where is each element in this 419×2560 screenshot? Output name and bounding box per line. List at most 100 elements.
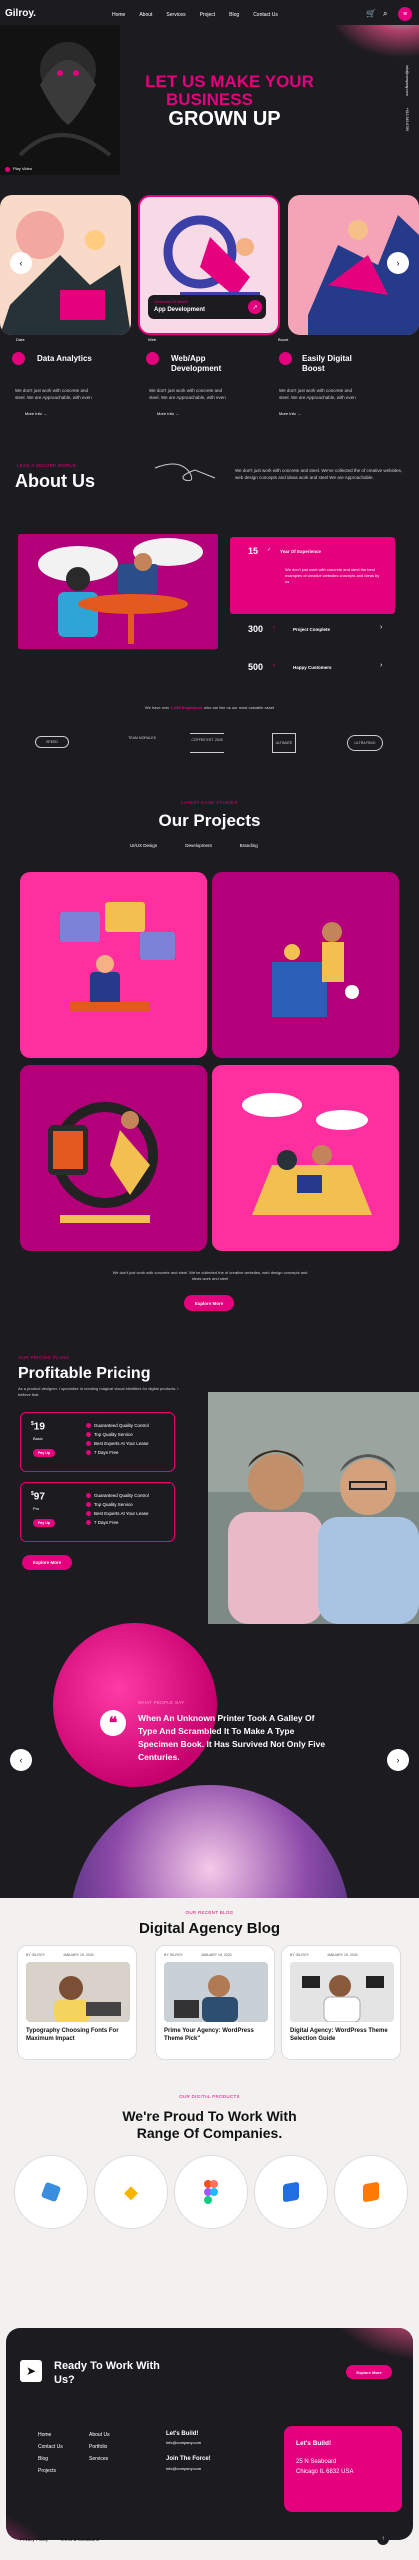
- filter-development[interactable]: Development: [185, 843, 212, 848]
- footer-link-blog[interactable]: Blog: [38, 2456, 63, 2468]
- footer-glow: [326, 2328, 413, 2378]
- nav-contact[interactable]: Contact Us: [253, 12, 278, 18]
- more-label: More Info: [25, 411, 42, 416]
- partner-logo-2[interactable]: ◆: [94, 2155, 168, 2229]
- slide-card-web[interactable]: Generation Of Wealth App Development ↗: [138, 195, 280, 335]
- footer-link-contact[interactable]: Contact Us: [38, 2444, 63, 2456]
- stat-check-3: ✓: [272, 663, 277, 669]
- footer-link-about[interactable]: About Us: [89, 2432, 110, 2444]
- nav-home[interactable]: Home: [112, 12, 125, 18]
- blog-image-1: [26, 1962, 130, 2022]
- stat-customers: 500 ✓ Happy Customers ›: [230, 658, 395, 680]
- footer-address-card: Let's Build! 25 N Seaboard Chicago IL 68…: [284, 2426, 402, 2512]
- slide-badge-arrow[interactable]: ↗: [248, 300, 262, 314]
- project-card-3[interactable]: [20, 1065, 207, 1251]
- side-contact: info@company.com +012 345 6789: [404, 65, 410, 131]
- testimonial-prev-button[interactable]: ‹: [10, 1749, 32, 1771]
- stat-check-2: ✓: [272, 625, 277, 631]
- footer-link-services[interactable]: Services: [89, 2456, 110, 2468]
- footer-link-portfolio[interactable]: Portfolio: [89, 2444, 110, 2456]
- privacy-link[interactable]: Privacy Policy: [20, 2537, 48, 2542]
- footer-explore-button[interactable]: Explore More: [346, 2365, 392, 2379]
- blog-card-2[interactable]: BY GILROY JANUARY 19, 2024 Prime Your Age…: [155, 1945, 275, 2060]
- blog-tag: OUR RECENT BLOG: [185, 1910, 234, 1915]
- plan-feature: Guaranteed Quality Control: [86, 1421, 149, 1430]
- partners-title-1: We're Proud To Work With: [122, 2108, 297, 2124]
- employees-post: who are like us our most valuable asset: [204, 705, 275, 710]
- stat-label-2: Project Complete: [293, 627, 331, 632]
- nav-services[interactable]: Services: [166, 12, 185, 18]
- slider-next-button[interactable]: ›: [387, 252, 409, 274]
- stat-arrow-3[interactable]: ›: [380, 662, 382, 669]
- partner-logo-3[interactable]: [174, 2155, 248, 2229]
- footer-link-home[interactable]: Home: [38, 2432, 63, 2444]
- blog-card-1[interactable]: BY GILROY JANUARY 19, 2024 Typography Cho…: [17, 1945, 137, 2060]
- blog-post-title-1[interactable]: Typography Choosing Fonts For Maximum Im…: [26, 2027, 126, 2043]
- service-title-3: Easily Digital Boost: [302, 354, 352, 373]
- brand-logo-1: SPEED: [35, 736, 69, 748]
- project-card-1[interactable]: [20, 872, 207, 1058]
- service-title-2: Web/App Development: [171, 354, 222, 373]
- nav-project[interactable]: Project: [200, 12, 216, 18]
- nav-about[interactable]: About: [139, 12, 152, 18]
- project-image-3: [48, 1102, 158, 1223]
- scroll-top-button[interactable]: ↑: [377, 2533, 389, 2545]
- service-desc-2: We don't just work with concrete and ste…: [149, 388, 226, 400]
- blog-post-title-2[interactable]: Prime Your Agency: WordPress Theme Pick": [164, 2027, 264, 2043]
- stat-check-1: ✓: [267, 547, 272, 553]
- plan-button-pro[interactable]: Pay Up: [33, 1519, 55, 1527]
- filter-uiux[interactable]: UI/UX Design: [130, 843, 157, 848]
- brand-logo-4: ULTIMATE: [272, 733, 296, 753]
- play-video-button[interactable]: Play Video: [5, 166, 32, 172]
- partner-logo-5[interactable]: [334, 2155, 408, 2229]
- footer-email[interactable]: info@company.com: [166, 2440, 201, 2446]
- project-card-4[interactable]: [212, 1065, 399, 1251]
- footer-link-projects[interactable]: Projects: [38, 2468, 63, 2480]
- terms-link[interactable]: Terms & Conditions: [60, 2537, 99, 2542]
- slider-prev-button[interactable]: ‹: [10, 252, 32, 274]
- stat-experience: 15 ✓ Year Of Experience We don't just wo…: [230, 537, 395, 614]
- hero-heading-2: BUSINESS: [166, 90, 253, 109]
- service-more-2[interactable]: More Info →: [157, 411, 179, 417]
- plan-name-pro: Pro: [33, 1506, 40, 1511]
- blog-title: Digital Agency Blog: [138, 1920, 281, 1937]
- service-desc-3: We don't just work with concrete and ste…: [279, 388, 356, 400]
- plan-button-basic[interactable]: Pay Up: [33, 1449, 55, 1457]
- stat-value-2: 300: [248, 624, 264, 634]
- about-tag: LEAD A SECURE WORLD: [17, 463, 77, 468]
- brand-logo-5: ULTRA PACK: [347, 735, 383, 751]
- plan-name-basic: Basic: [33, 1436, 43, 1441]
- footer-email-2[interactable]: info@company.com: [166, 2466, 201, 2472]
- more-label: More Info: [157, 411, 174, 416]
- more-label: More Info: [279, 411, 296, 416]
- project-card-2[interactable]: [212, 872, 399, 1058]
- service-more-1[interactable]: More Info →: [25, 411, 47, 417]
- testimonial-tag: WHAT PEOPLE SAY: [138, 1700, 185, 1705]
- stat-arrow-2[interactable]: ›: [380, 624, 382, 631]
- about-desc: We don't just work with concrete and ste…: [235, 468, 403, 480]
- search-icon[interactable]: ⌕: [383, 9, 387, 19]
- address-line-1: 25 N Seaboard: [296, 2459, 337, 2465]
- testimonial-next-button[interactable]: ›: [387, 1749, 409, 1771]
- about-image: [18, 534, 218, 649]
- project-filters: UI/UX Design Development Branding: [130, 843, 258, 848]
- logo[interactable]: Gilroy.: [5, 8, 36, 19]
- partner-logo-1[interactable]: [14, 2155, 88, 2229]
- stat-value-1: 15: [248, 546, 259, 556]
- filter-branding[interactable]: Branding: [240, 843, 258, 848]
- nav-blog[interactable]: Blog: [229, 12, 239, 18]
- partner-logo-4[interactable]: [254, 2155, 328, 2229]
- side-email: info@company.com: [405, 65, 409, 96]
- projects-explore-button[interactable]: Explore More: [184, 1295, 234, 1311]
- service-more-3[interactable]: More Info →: [279, 411, 301, 417]
- stat-desc-1: We don't just work with concrete and ste…: [285, 567, 380, 584]
- cart-icon[interactable]: 🛒: [366, 9, 376, 18]
- footer-col-1: Home Contact Us Blog Projects: [38, 2432, 63, 2480]
- blog-image-2: [164, 1962, 268, 2022]
- menu-icon[interactable]: ≡: [398, 7, 412, 21]
- blog-card-3[interactable]: BY GILROY JANUARY 19, 2024 Digital Agency…: [281, 1945, 401, 2060]
- service-title-1: Data Analytics: [37, 354, 92, 363]
- projects-title: Our Projects: [158, 811, 261, 830]
- pricing-explore-button[interactable]: Explore More: [22, 1555, 72, 1570]
- blog-post-title-3[interactable]: Digital Agency: WordPress Theme Selectio…: [290, 2027, 390, 2043]
